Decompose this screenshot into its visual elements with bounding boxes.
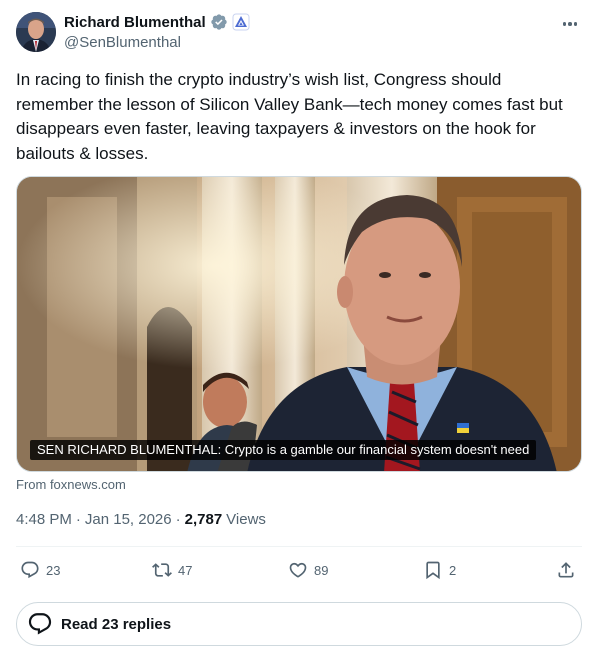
meta-separator: · bbox=[175, 511, 181, 528]
like-count: 89 bbox=[314, 562, 329, 578]
display-name[interactable]: Richard Blumenthal bbox=[64, 14, 206, 31]
share-icon bbox=[558, 562, 574, 578]
link-card-image[interactable]: SEN RICHARD BLUMENTHAL: Crypto is a gamb… bbox=[16, 176, 582, 472]
tweet-text: In racing to finish the crypto industry’… bbox=[16, 70, 563, 163]
views-count: 2,787 bbox=[184, 511, 223, 528]
meta-separator: · bbox=[75, 511, 81, 528]
like-button[interactable]: 89 bbox=[288, 560, 328, 580]
reply-icon bbox=[28, 613, 52, 635]
views-label: Views bbox=[226, 511, 266, 528]
read-replies-button[interactable]: Read 23 replies bbox=[16, 602, 582, 646]
read-replies-label: Read 23 replies bbox=[61, 615, 172, 633]
us-government-affiliate-icon[interactable] bbox=[232, 13, 250, 31]
reply-count: 23 bbox=[46, 562, 61, 578]
repost-button[interactable]: 47 bbox=[152, 560, 192, 580]
video-caption: SEN RICHARD BLUMENTHAL: Crypto is a gamb… bbox=[30, 440, 537, 460]
tweet-time[interactable]: 4:48 PM bbox=[16, 511, 72, 528]
bookmark-button[interactable]: 2 bbox=[423, 560, 456, 580]
action-bar: 23 47 89 2 bbox=[16, 560, 582, 584]
link-source[interactable]: From foxnews.com bbox=[16, 477, 126, 492]
bookmark-count: 2 bbox=[449, 562, 457, 578]
verified-badge-icon[interactable] bbox=[210, 13, 228, 31]
more-options-icon[interactable] bbox=[558, 14, 582, 34]
tweet-header: Richard Blumenthal @SenBlumenthal bbox=[16, 12, 582, 54]
divider bbox=[16, 546, 582, 547]
handle[interactable]: @SenBlumenthal bbox=[64, 34, 250, 51]
tweet-date[interactable]: Jan 15, 2026 bbox=[85, 511, 172, 528]
share-button[interactable] bbox=[556, 560, 576, 580]
repost-count: 47 bbox=[178, 562, 193, 578]
avatar[interactable] bbox=[16, 12, 56, 52]
reply-button[interactable]: 23 bbox=[20, 560, 60, 580]
reply-icon bbox=[21, 561, 39, 579]
heart-icon bbox=[289, 562, 307, 578]
repost-icon bbox=[152, 563, 172, 577]
tweet-meta: 4:48 PM · Jan 15, 2026 · 2,787 Views bbox=[16, 511, 266, 528]
bookmark-icon bbox=[426, 561, 440, 580]
author-names: Richard Blumenthal @SenBlumenthal bbox=[64, 12, 250, 51]
